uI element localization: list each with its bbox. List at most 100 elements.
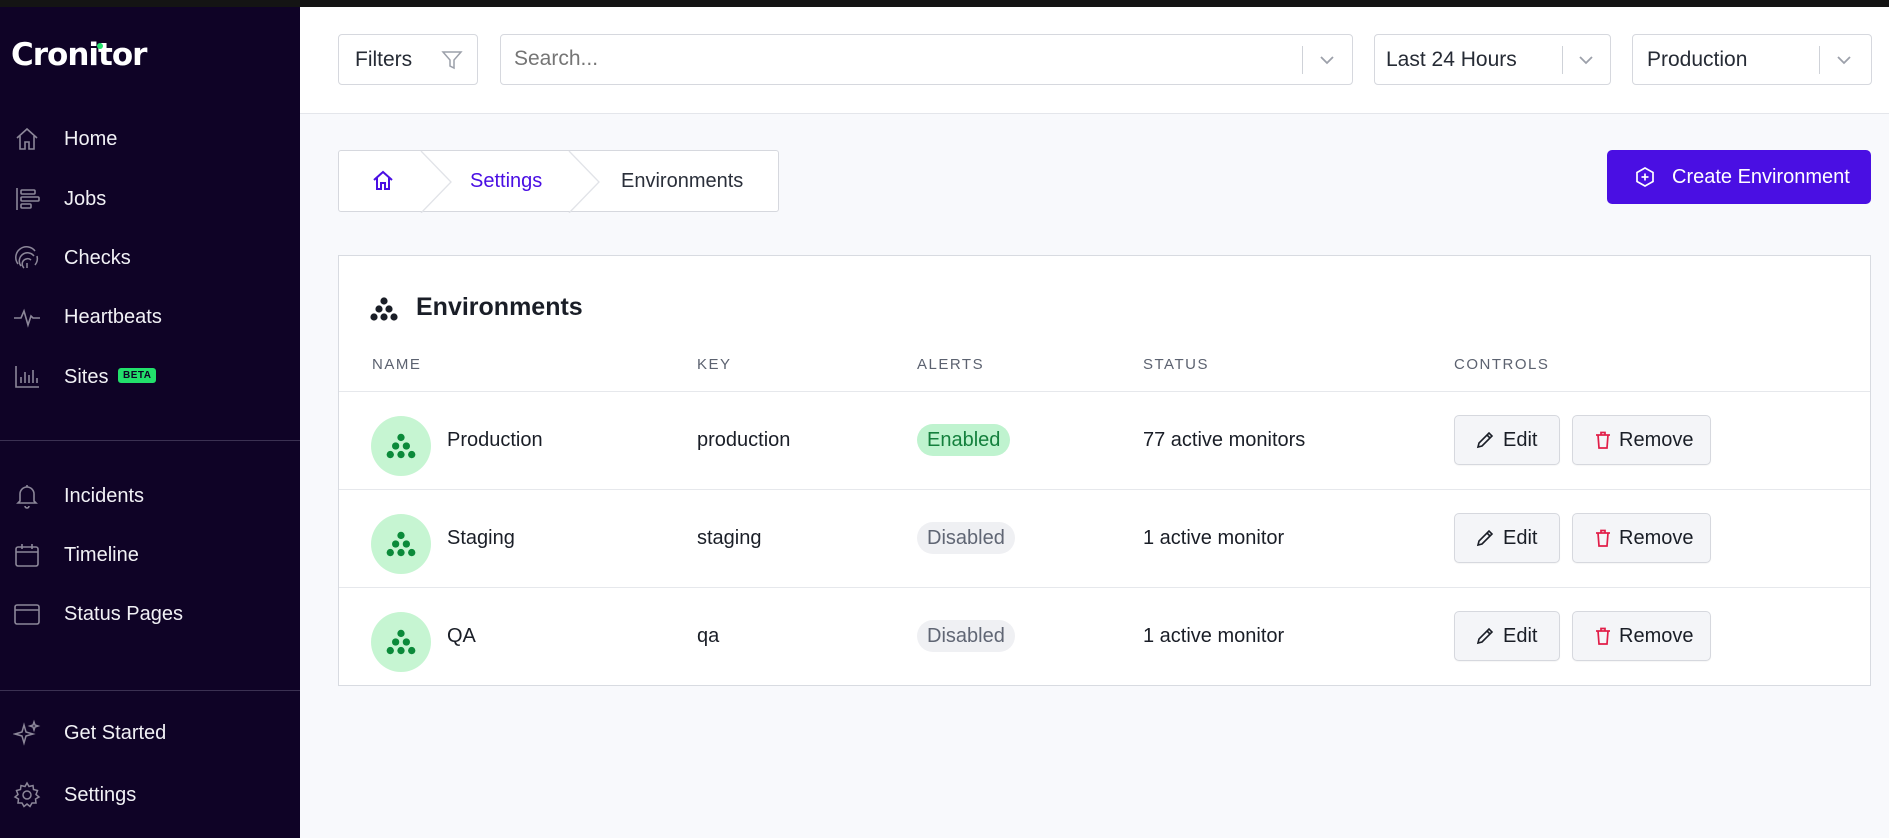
column-header-key: KEY — [697, 356, 732, 373]
environment-separator — [1819, 46, 1820, 74]
home-icon[interactable] — [371, 169, 395, 193]
sidebar-divider — [0, 690, 300, 691]
filters-label: Filters — [355, 47, 413, 71]
top-strip — [0, 0, 1889, 7]
environment-status: 1 active monitor — [1143, 625, 1285, 647]
time-range-select[interactable]: Last 24 Hours — [1374, 34, 1611, 85]
create-environment-label: Create Environment — [1672, 165, 1850, 188]
breadcrumb-separator — [420, 151, 452, 213]
edit-button[interactable]: Edit — [1454, 415, 1560, 465]
sparkles-icon — [12, 718, 42, 748]
sidebar-item-label: Heartbeats — [64, 305, 162, 328]
environment-status: 77 active monitors — [1143, 429, 1306, 451]
environment-avatar — [371, 514, 431, 574]
remove-button[interactable]: Remove — [1572, 513, 1711, 563]
fingerprint-icon — [12, 243, 42, 273]
logo[interactable]: Cronitor — [11, 37, 147, 73]
search-box[interactable] — [500, 34, 1353, 85]
environment-name[interactable]: Production — [447, 429, 543, 452]
sidebar-item-heartbeats[interactable]: Heartbeats — [0, 294, 300, 340]
alerts-badge: Disabled — [917, 522, 1015, 554]
sidebar-item-sites[interactable]: Sites BETA — [0, 354, 300, 400]
column-header-name: NAME — [372, 356, 422, 373]
top-header: Filters Last 24 Hours Production — [300, 7, 1889, 114]
sidebar-item-home[interactable]: Home — [0, 116, 300, 162]
environments-icon — [370, 297, 398, 321]
breadcrumb-separator — [568, 151, 600, 213]
pencil-icon — [1476, 431, 1494, 449]
sidebar-item-status-pages[interactable]: Status Pages — [0, 591, 300, 637]
remove-button[interactable]: Remove — [1572, 611, 1711, 661]
edit-button[interactable]: Edit — [1454, 513, 1560, 563]
home-icon — [12, 124, 42, 154]
edit-label: Edit — [1503, 624, 1538, 647]
breadcrumb: Settings Environments — [338, 150, 779, 213]
card-title: Environments — [416, 293, 583, 321]
environment-value: Production — [1647, 47, 1748, 71]
environment-name[interactable]: Staging — [447, 527, 515, 550]
sidebar-item-settings[interactable]: Settings — [0, 772, 300, 818]
logo-dot — [97, 43, 103, 49]
remove-label: Remove — [1619, 526, 1694, 549]
table-row: Staging staging Disabled 1 active monito… — [339, 489, 1870, 587]
sidebar-item-label: Get Started — [64, 721, 167, 744]
sidebar-item-checks[interactable]: Checks — [0, 235, 300, 281]
chevron-down-icon[interactable] — [1575, 49, 1597, 71]
remove-button[interactable]: Remove — [1572, 415, 1711, 465]
sidebar-item-timeline[interactable]: Timeline — [0, 532, 300, 578]
edit-label: Edit — [1503, 428, 1538, 451]
hexagon-plus-icon — [1636, 167, 1654, 187]
edit-label: Edit — [1503, 526, 1538, 549]
environment-key: qa — [697, 625, 720, 647]
bell-icon — [12, 481, 42, 511]
environments-icon — [386, 531, 416, 557]
pencil-icon — [1476, 529, 1494, 547]
jobs-icon — [12, 184, 42, 214]
search-input[interactable] — [514, 43, 1294, 75]
sidebar-item-get-started[interactable]: Get Started — [0, 710, 300, 756]
sidebar-item-jobs[interactable]: Jobs — [0, 176, 300, 222]
pulse-icon — [12, 302, 42, 332]
sidebar-item-label: Checks — [64, 246, 131, 269]
environment-select[interactable]: Production — [1632, 34, 1872, 85]
filters-button[interactable]: Filters — [338, 34, 478, 85]
browser-window-icon — [12, 599, 42, 629]
calendar-icon — [12, 540, 42, 570]
alerts-badge: Disabled — [917, 620, 1015, 652]
remove-label: Remove — [1619, 624, 1694, 647]
environment-avatar — [371, 612, 431, 672]
filter-icon — [441, 51, 463, 70]
sidebar-item-label: Home — [64, 127, 118, 150]
edit-button[interactable]: Edit — [1454, 611, 1560, 661]
environment-name[interactable]: QA — [447, 625, 476, 648]
environments-icon — [386, 433, 416, 459]
breadcrumb-settings[interactable]: Settings — [470, 170, 542, 193]
table-row: QA qa Disabled 1 active monitor Edit Rem… — [339, 587, 1870, 685]
sidebar-item-label: Incidents — [64, 484, 145, 507]
environment-key: staging — [697, 527, 762, 549]
trash-icon — [1596, 529, 1610, 547]
sidebar: Cronitor Home Jobs Checks Heartbeats Sit… — [0, 7, 300, 838]
environment-avatar — [371, 416, 431, 476]
environments-icon — [386, 629, 416, 655]
table-row: Production production Enabled 77 active … — [339, 391, 1870, 489]
remove-label: Remove — [1619, 428, 1694, 451]
sidebar-item-label: Settings — [64, 783, 137, 806]
beta-badge: BETA — [118, 368, 157, 383]
time-range-separator — [1562, 46, 1563, 74]
sidebar-item-label: Status Pages — [64, 602, 183, 625]
column-header-alerts: ALERTS — [917, 356, 985, 373]
column-header-controls: CONTROLS — [1454, 356, 1550, 373]
gear-icon — [12, 780, 42, 810]
pencil-icon — [1476, 627, 1494, 645]
environments-card: Environments NAME KEY ALERTS STATUS CONT… — [338, 255, 1871, 686]
trash-icon — [1596, 431, 1610, 449]
search-separator — [1302, 46, 1303, 74]
sidebar-divider — [0, 440, 300, 441]
trash-icon — [1596, 627, 1610, 645]
create-environment-button[interactable]: Create Environment — [1607, 150, 1871, 204]
chevron-down-icon[interactable] — [1316, 49, 1338, 71]
sidebar-item-incidents[interactable]: Incidents — [0, 473, 300, 519]
breadcrumb-current: Environments — [621, 170, 744, 192]
chevron-down-icon[interactable] — [1833, 49, 1855, 71]
